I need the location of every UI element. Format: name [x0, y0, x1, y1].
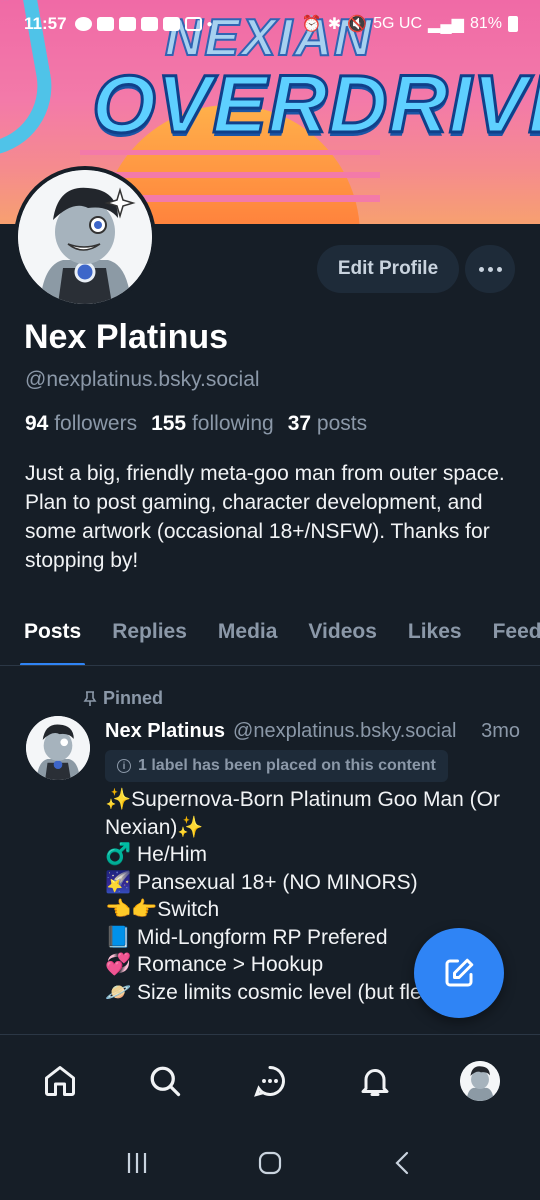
following-stat[interactable]: 155 following — [151, 412, 274, 436]
network-label: 5G UC — [373, 15, 423, 32]
back-icon[interactable] — [390, 1150, 416, 1176]
posts-stat: 37 posts — [288, 412, 367, 436]
more-notifications-icon: ● — [206, 18, 213, 30]
post-author-handle[interactable]: @nexplatinus.bsky.social — [233, 720, 473, 743]
post-author-avatar[interactable] — [26, 716, 90, 780]
post-header: Nex Platinus @nexplatinus.bsky.social 3m… — [105, 720, 520, 743]
pinned-label: Pinned — [103, 688, 164, 708]
banner-sun-stripe — [80, 172, 380, 178]
nav-home[interactable] — [30, 1051, 90, 1111]
bluetooth-icon: ✱ — [327, 16, 342, 33]
system-navigation — [0, 1126, 540, 1200]
following-label: following — [191, 412, 274, 435]
compose-button[interactable] — [414, 928, 504, 1018]
nav-profile[interactable] — [450, 1051, 510, 1111]
home-icon — [45, 1065, 76, 1096]
tab-videos[interactable]: Videos — [308, 612, 376, 665]
status-time: 11:57 — [24, 14, 67, 33]
nav-notifications[interactable] — [345, 1051, 405, 1111]
profile-display-name: Nex Platinus — [24, 318, 229, 356]
nav-search[interactable] — [135, 1051, 195, 1111]
followers-label: followers — [54, 412, 138, 435]
notification-icons: ● — [74, 17, 213, 31]
status-right: ⏰ ✱ 🔇 5G UC ▂▄▆ 81% — [302, 14, 518, 34]
nav-chat[interactable] — [240, 1051, 300, 1111]
messages-icon — [74, 17, 92, 31]
gallery-icon — [162, 17, 180, 31]
post-line: 🌠 Pansexual 18+ (NO MINORS) — [105, 870, 418, 894]
chat-icon — [254, 1065, 285, 1097]
tab-feeds[interactable]: Feeds — [493, 612, 540, 665]
recent-apps-icon[interactable] — [124, 1150, 150, 1176]
profile-avatar[interactable] — [14, 166, 156, 308]
more-icon — [487, 266, 493, 272]
more-options-button[interactable] — [465, 245, 515, 293]
avatar-image — [18, 170, 152, 304]
mute-icon: 🔇 — [347, 16, 368, 33]
tab-posts[interactable]: Posts — [19, 612, 86, 665]
tab-replies[interactable]: Replies — [112, 612, 187, 665]
pinned-indicator: Pinned — [83, 688, 163, 709]
pin-icon — [83, 690, 97, 706]
avatar-illustration — [459, 1060, 500, 1101]
post-line: ♂️ He/Him — [105, 843, 207, 866]
more-icon — [478, 266, 484, 272]
posts-count: 37 — [287, 412, 312, 435]
alarm-icon: ⏰ — [301, 16, 322, 33]
post-line: 👈👉Switch — [105, 898, 220, 921]
battery-label: 81% — [469, 15, 502, 32]
info-icon: i — [117, 759, 131, 773]
tab-likes[interactable]: Likes — [408, 612, 462, 665]
profile-bio: Just a big, friendly meta-goo man from o… — [25, 462, 505, 572]
profile-handle: @nexplatinus.bsky.social — [25, 368, 260, 391]
compose-icon — [445, 958, 474, 987]
edit-profile-button[interactable]: Edit Profile — [317, 245, 459, 293]
signal-icon: ▂▄▆ — [428, 16, 464, 33]
banner-title-main: OVERDRIVE — [91, 58, 540, 152]
home-button-icon[interactable] — [257, 1150, 283, 1176]
post-author-name[interactable]: Nex Platinus — [105, 720, 225, 743]
posts-label: posts — [316, 412, 368, 435]
followers-count: 94 — [25, 412, 49, 435]
more-icon — [496, 266, 502, 272]
label-notice-text: 1 label has been placed on this content — [138, 757, 436, 774]
calendar-icon — [140, 17, 158, 31]
youtube-icon — [118, 17, 136, 31]
content-label-notice[interactable]: i 1 label has been placed on this conten… — [105, 750, 448, 782]
youtube-icon — [96, 17, 114, 31]
bell-icon — [361, 1068, 389, 1096]
status-bar: 11:57 ● ⏰ ✱ 🔇 5G UC ▂▄▆ 81% — [0, 0, 540, 48]
battery-icon — [508, 16, 518, 32]
nav-profile-avatar — [459, 1060, 500, 1101]
following-count: 155 — [151, 412, 187, 435]
gmail-icon — [184, 17, 202, 31]
profile-stats: 94 followers 155 following 37 posts — [25, 412, 367, 436]
post-timestamp[interactable]: 3mo — [481, 720, 520, 743]
post-line: ✨Supernova-Born Platinum Goo Man (Or Nex… — [105, 788, 500, 839]
bottom-navigation — [0, 1034, 540, 1126]
avatar-illustration — [18, 170, 152, 304]
search-icon — [150, 1066, 181, 1096]
avatar-illustration — [26, 716, 90, 780]
tab-media[interactable]: Media — [218, 612, 278, 665]
followers-stat[interactable]: 94 followers — [25, 412, 137, 436]
profile-tabs: Posts Replies Media Videos Likes Feeds — [0, 612, 540, 666]
